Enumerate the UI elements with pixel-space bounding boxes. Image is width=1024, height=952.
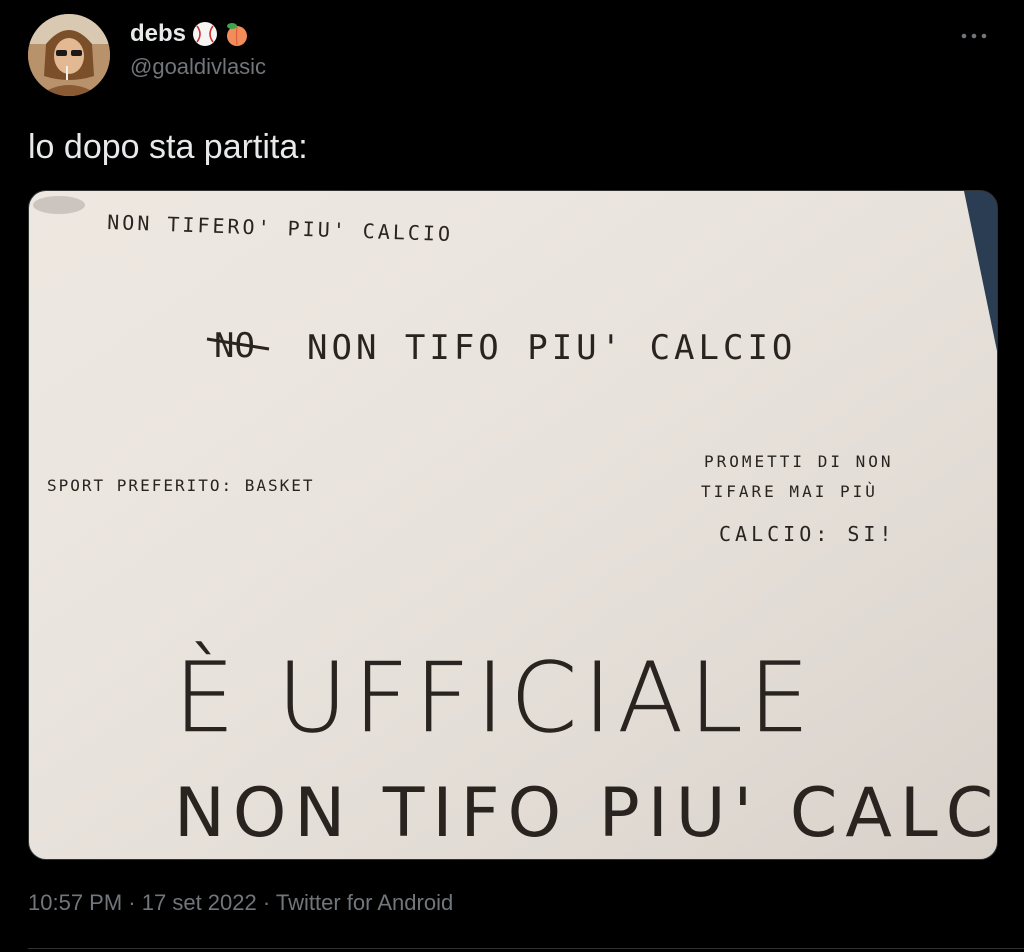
author-display-name[interactable]: debs bbox=[130, 20, 186, 48]
tweet-meta: 10:57 PM · 17 set 2022 · Twitter for And… bbox=[28, 890, 453, 916]
note-big-line-1: È UFFICIALE bbox=[174, 641, 815, 754]
meta-separator-2: · bbox=[262, 890, 271, 915]
avatar-photo bbox=[28, 14, 110, 96]
divider bbox=[28, 948, 1024, 949]
meta-separator-1: · bbox=[128, 890, 136, 915]
note-promise-3: CALCIO: SI! bbox=[719, 522, 895, 546]
peach-icon bbox=[227, 23, 248, 46]
avatar[interactable] bbox=[28, 14, 110, 96]
baseball-icon bbox=[193, 22, 218, 46]
note-big-line-2: NON TIFO PIU' CALCIO bbox=[174, 774, 997, 853]
tweet-source[interactable]: Twitter for Android bbox=[276, 890, 453, 915]
note-promise-2: TIFARE MAI PIÙ bbox=[701, 482, 878, 501]
note-line-2: NON TIFO PIU' CALCIO bbox=[307, 328, 796, 368]
tweet-timestamp[interactable]: 10:57 PM bbox=[28, 890, 122, 915]
tweet-text: lo dopo sta partita: bbox=[28, 128, 308, 166]
note-sport-label: SPORT PREFERITO: BASKET bbox=[47, 476, 315, 495]
tweet-date[interactable]: 17 set 2022 bbox=[142, 890, 257, 915]
more-options-icon[interactable] bbox=[956, 26, 992, 46]
handwritten-note-photo: NON TIFERO' PIU' CALCIO NO NON TIFO PIU'… bbox=[29, 191, 997, 859]
author-display-name-row[interactable]: debs bbox=[130, 20, 266, 48]
author-names: debs @goaldivlasic bbox=[130, 20, 266, 80]
author-handle[interactable]: @goaldivlasic bbox=[130, 54, 266, 80]
tweet-header: debs @goaldivlasic bbox=[28, 12, 1004, 98]
tweet-media-image[interactable]: NON TIFERO' PIU' CALCIO NO NON TIFO PIU'… bbox=[28, 190, 998, 860]
note-promise-1: PROMETTI DI NON bbox=[704, 452, 894, 471]
